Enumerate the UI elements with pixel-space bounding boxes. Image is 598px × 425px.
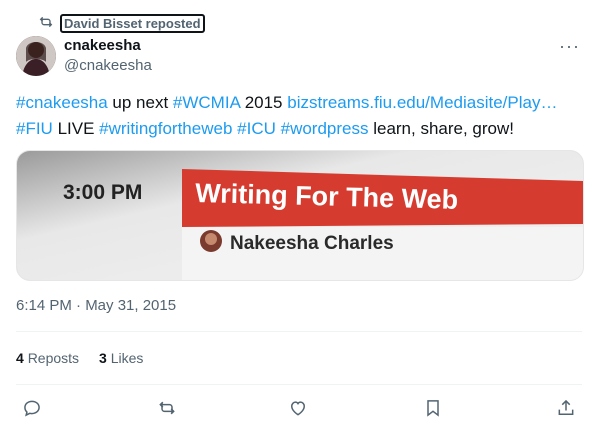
tweet-link[interactable]: #writingfortheweb <box>99 119 232 138</box>
repost-icon[interactable] <box>157 398 177 418</box>
action-bar <box>0 398 598 422</box>
tweet-link[interactable]: bizstreams.fiu.edu/Mediasite/Play… <box>287 93 557 112</box>
tweet-line-2: #FIU LIVE #writingfortheweb #ICU #wordpr… <box>16 116 584 142</box>
repost-label[interactable]: David Bisset reposted <box>60 14 205 33</box>
more-options-icon[interactable]: ··· <box>559 36 580 57</box>
bookmark-icon[interactable] <box>423 398 443 418</box>
likes-stat[interactable]: 3 Likes <box>99 350 143 366</box>
like-icon[interactable] <box>288 398 308 418</box>
tweet-link[interactable]: #cnakeesha <box>16 93 108 112</box>
media-time-text: 3:00 PM <box>63 181 142 204</box>
tweet-text-span: 2015 <box>239 93 288 112</box>
tweet-link[interactable]: #ICU <box>237 119 276 138</box>
tweet-text-span: LIVE <box>52 119 100 138</box>
likes-count: 3 <box>99 350 107 366</box>
reposts-count: 4 <box>16 350 24 366</box>
author-handle[interactable]: @cnakeesha <box>64 57 152 74</box>
repost-icon <box>38 14 54 33</box>
tweet-text: #cnakeesha up next #WCMIA 2015 bizstream… <box>16 90 584 142</box>
tweet-media-image[interactable]: 3:00 PM Writing For The Web Nakeesha Cha… <box>16 150 584 281</box>
author-name[interactable]: cnakeesha <box>64 37 141 54</box>
tweet-link[interactable]: #FIU <box>16 119 53 138</box>
media-speaker: Nakeesha Charles <box>230 233 394 254</box>
tweet-timestamp[interactable]: 6:14 PM · May 31, 2015 <box>16 297 176 314</box>
tweet-link[interactable]: #WCMIA <box>173 93 240 112</box>
tweet-text-span: up next <box>107 93 173 112</box>
reposts-label: Reposts <box>27 350 80 366</box>
tweet-stats: 4 Reposts 3 Likes <box>16 350 143 366</box>
tweet-line-1: #cnakeesha up next #WCMIA 2015 bizstream… <box>16 90 584 116</box>
tweet-link[interactable]: #wordpress <box>281 119 369 138</box>
divider <box>16 384 582 385</box>
divider <box>16 331 582 332</box>
share-icon[interactable] <box>556 398 576 418</box>
avatar[interactable] <box>16 36 56 76</box>
tweet-text-span: learn, share, grow! <box>368 119 514 138</box>
likes-label: Likes <box>110 350 144 366</box>
reposts-stat[interactable]: 4 Reposts <box>16 350 79 366</box>
repost-header: David Bisset reposted <box>38 14 205 33</box>
reply-icon[interactable] <box>22 398 42 418</box>
